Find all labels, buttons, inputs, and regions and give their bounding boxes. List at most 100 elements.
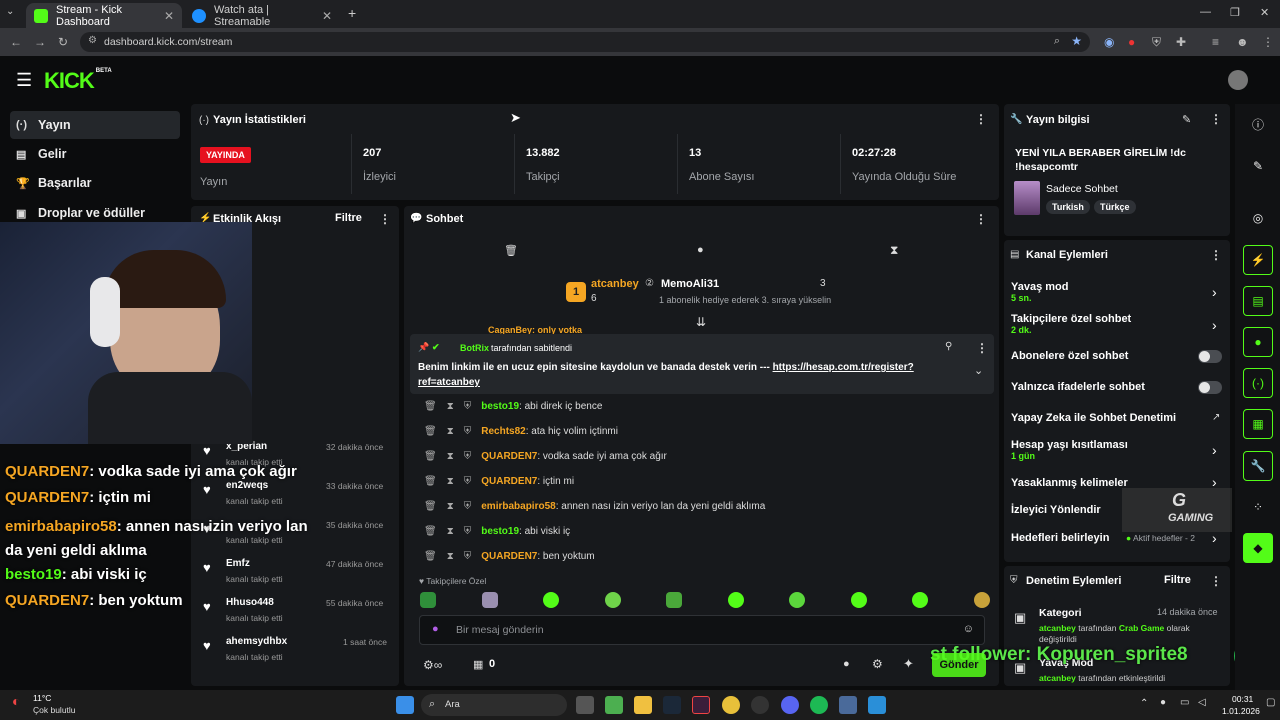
extension-icon[interactable]: ● [1128,35,1135,49]
send-button[interactable]: Gönder [932,653,986,677]
ai-moderation-setting[interactable]: Yapay Zeka ile Sohbet Denetimi [1011,412,1176,424]
maximize-icon[interactable]: ❐ [1230,6,1240,19]
gift-points-icon[interactable]: ⚙∞ [423,658,442,672]
app-icon[interactable] [839,696,857,714]
chevron-right-icon[interactable]: › [1212,284,1217,300]
extension-app-icon[interactable]: ◆ [1243,533,1273,563]
channel-menu-icon[interactable]: ⋮ [1210,248,1222,262]
address-bar[interactable]: ⚙ dashboard.kick.com/stream ⌕ ★ [80,32,1090,52]
volume-icon[interactable]: ◁ [1198,697,1206,708]
spotify-icon[interactable] [810,696,828,714]
moderation-filter-button[interactable]: Filtre [1164,574,1191,586]
emote-icon[interactable] [850,592,867,608]
microphone-icon[interactable]: ● [1160,697,1166,708]
leader-name[interactable]: atcanbey [591,278,639,290]
discord-icon[interactable] [781,696,799,714]
pinned-menu-icon[interactable]: ⋮ [976,341,988,355]
emote-icon[interactable] [789,592,806,608]
extensions-puzzle-icon[interactable]: ✚ [1176,35,1186,49]
tab-kick-dashboard[interactable]: Stream - Kick Dashboard ✕ [26,3,182,28]
slow-mode-setting[interactable]: Yavaş mod 5 sn. [1011,281,1068,303]
close-tab-icon[interactable]: ✕ [322,9,332,23]
chrome-icon[interactable] [722,696,740,714]
avatar[interactable] [1228,70,1248,90]
emote-icon[interactable] [973,592,990,608]
back-icon[interactable]: ← [10,35,22,49]
sidebar-item-yayin[interactable]: (·) Yayın [10,111,180,139]
bot-icon[interactable]: ✦ [903,656,914,672]
stats-menu-icon[interactable]: ⋮ [975,112,987,126]
lightning-icon[interactable]: ⚡ [1243,245,1273,275]
windows-start-icon[interactable] [396,696,414,714]
clock-date[interactable]: 1.01.2026 [1222,706,1260,716]
emote-icon[interactable] [420,592,436,608]
apps-icon[interactable]: ⁘ [1243,492,1273,522]
close-window-icon[interactable]: ✕ [1260,6,1269,19]
document-icon[interactable]: ▤ [1243,286,1273,316]
banned-words-setting[interactable]: Yasaklanmış kelimeler [1011,477,1128,489]
app-icon[interactable] [692,696,710,714]
shield-icon[interactable]: ⛨ [1152,35,1161,50]
clock-time[interactable]: 00:31 [1232,694,1253,704]
chat-bubble-icon[interactable]: ● [843,658,850,670]
new-tab-icon[interactable]: + [348,5,356,21]
notifications-icon[interactable]: ▢ [1266,697,1275,708]
taskbar-search[interactable]: ⌕ Ara [421,694,567,716]
broadcast-icon[interactable]: (·) [1243,368,1273,398]
emote-icon[interactable] [727,592,744,608]
unpin-icon[interactable]: ⚲ [945,341,952,352]
category-name[interactable]: Sadece Sohbet [1046,183,1118,195]
info-icon[interactable]: ⓘ [1243,109,1273,139]
kick-logo[interactable]: KICK BETA [44,68,112,94]
emoji-icon[interactable]: ☺ [963,623,974,635]
tag-chip[interactable]: Türkçe [1094,200,1136,214]
edit-pencil-icon[interactable]: ✎ [1243,151,1273,181]
extension-icon[interactable]: ◉ [1104,35,1114,49]
reading-list-icon[interactable]: ≡ [1212,35,1219,49]
sidebar-item-gelir[interactable]: ▤ Gelir [10,140,180,168]
collapse-icon[interactable]: ⇊ [696,315,706,329]
leader2-name[interactable]: MemoAli31 [661,278,719,290]
zoom-icon[interactable]: ⌕ [1054,35,1060,48]
moderation-menu-icon[interactable]: ⋮ [1210,574,1222,588]
hamburger-menu-icon[interactable]: ☰ [16,70,32,91]
chevron-right-icon[interactable]: › [1212,442,1217,458]
gear-icon[interactable]: ⚙ [872,657,883,671]
profile-icon[interactable]: ☻ [1236,35,1249,49]
forward-icon[interactable]: → [34,35,46,49]
wrench-icon[interactable]: 🔧 [1243,451,1273,481]
menu-kebab-icon[interactable]: ⋮ [1262,35,1274,49]
minecraft-icon[interactable] [605,696,623,714]
emote-icon[interactable] [912,592,929,608]
bookmark-star-icon[interactable]: ★ [1071,34,1082,48]
followers-only-setting[interactable]: Takipçilere özel sohbet 2 dk. [1011,313,1131,335]
app-icon[interactable] [868,696,886,714]
chevron-right-icon[interactable]: › [1212,530,1217,546]
edit-pencil-icon[interactable]: ✎ [1182,113,1191,126]
activity-filter-button[interactable]: Filtre [335,212,362,224]
app-icon[interactable] [751,696,769,714]
chevron-down-icon[interactable]: ⌄ [974,364,983,377]
hourglass-icon[interactable]: ⧗ [890,243,898,258]
chat-bubble-icon[interactable]: ● [697,244,704,256]
chat-menu-icon[interactable]: ⋮ [975,212,987,226]
steam-icon[interactable] [663,696,681,714]
emote-icon[interactable] [481,592,498,608]
activity-menu-icon[interactable]: ⋮ [379,212,391,226]
tag-chip[interactable]: Turkish [1046,200,1090,214]
network-icon[interactable]: ▭ [1180,697,1189,708]
camera-icon[interactable]: ◎ [1243,203,1273,233]
layers-icon[interactable]: ▦ [1243,409,1273,439]
chevron-right-icon[interactable]: › [1212,317,1217,333]
emote-icon[interactable] [543,592,560,608]
info-menu-icon[interactable]: ⋮ [1210,112,1222,126]
chat-bubble-icon[interactable]: ● [1243,327,1273,357]
microphone-icon[interactable]: ● [432,623,439,635]
emote-icon[interactable] [666,592,683,608]
chat-input[interactable]: ● Bir mesaj gönderin ☺ [419,615,985,645]
site-info-icon[interactable]: ⚙ [88,35,97,46]
subscribers-only-toggle[interactable] [1198,350,1222,363]
tab-streamable[interactable]: Watch ata | Streamable ✕ [184,3,340,28]
close-tab-icon[interactable]: ✕ [164,9,174,23]
external-link-icon[interactable]: ↗ [1212,412,1220,423]
